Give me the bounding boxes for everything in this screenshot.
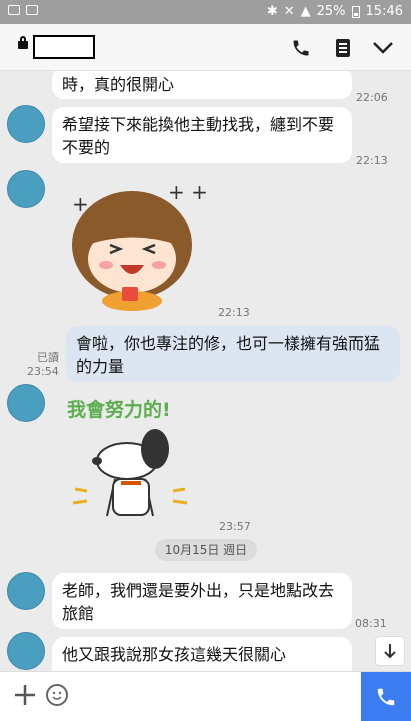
notes-icon[interactable] <box>332 37 354 59</box>
chat-header <box>0 24 411 71</box>
date-separator: 10月15日 週日 <box>155 539 257 561</box>
signal-icon: ▲ <box>300 4 311 19</box>
message-time: 08:31 <box>355 617 387 630</box>
sticker-time: 23:57 <box>219 520 251 533</box>
phone-icon[interactable] <box>290 37 312 59</box>
message-bubble: 老師，我們還是要外出，只是地點改去旅館 <box>52 573 352 629</box>
battery-percent: 25% <box>316 4 346 19</box>
status-bar: ✱ ✕ ▲ 25% 15:46 <box>0 0 411 24</box>
message-bubble: 希望接下來能換他主動找我，纏到不要不要的 <box>52 107 352 163</box>
status-right: ✱ ✕ ▲ 25% 15:46 <box>267 4 403 19</box>
mail-notification-icon <box>26 5 38 15</box>
svg-text:+ +: + + <box>168 180 208 204</box>
message-text: 他又跟我說那女孩這幾天很關心 <box>62 645 287 664</box>
girl-sticker[interactable]: + + + + <box>60 175 210 311</box>
avatar[interactable] <box>7 384 45 422</box>
snoopy-sticker[interactable]: 我會努力的! <box>65 391 215 531</box>
status-left-icons <box>8 5 38 15</box>
message-text: 希望接下來能換他主動找我，纏到不要不要的 <box>62 115 335 157</box>
chevron-down-icon[interactable] <box>372 37 394 59</box>
avatar[interactable] <box>7 170 45 208</box>
avatar[interactable] <box>7 572 45 610</box>
read-receipt: 已讀 <box>37 351 59 364</box>
call-button[interactable] <box>361 672 411 721</box>
sticker-time: 22:13 <box>218 306 250 319</box>
battery-icon <box>351 5 360 18</box>
mute-icon: ✕ <box>283 4 295 19</box>
phone-icon <box>377 688 395 705</box>
message-input-bar <box>0 671 411 721</box>
image-notification-icon <box>8 5 20 15</box>
avatar[interactable] <box>7 632 45 670</box>
chat-title <box>33 35 95 59</box>
emoji-icon[interactable] <box>46 684 68 706</box>
message-text: 會啦，你也專注的修，也可一樣擁有強而猛的力量 <box>76 334 381 376</box>
lock-icon <box>18 36 28 49</box>
status-time: 15:46 <box>365 4 403 19</box>
chat-area[interactable]: 時，真的很開心 22:06 希望接下來能換他主動找我，纏到不要不要的 22:13… <box>0 71 411 671</box>
message-time: 23:54 <box>27 365 59 378</box>
plus-icon[interactable] <box>12 682 38 708</box>
message-text: 老師，我們還是要外出，只是地點改去旅館 <box>62 581 335 623</box>
bluetooth-icon: ✱ <box>266 4 278 19</box>
message-bubble: 時，真的很開心 <box>52 71 352 99</box>
message-bubble: 他又跟我說那女孩這幾天很關心 <box>52 637 352 671</box>
message-text: 時，真的很開心 <box>62 75 175 94</box>
message-bubble-outgoing: 會啦，你也專注的修，也可一樣擁有強而猛的力量 <box>66 326 400 382</box>
message-time: 22:13 <box>356 154 388 167</box>
avatar[interactable] <box>7 105 45 143</box>
arrow-down-icon <box>384 644 396 659</box>
message-time: 22:06 <box>356 91 388 104</box>
scroll-to-bottom-button[interactable] <box>375 636 405 666</box>
